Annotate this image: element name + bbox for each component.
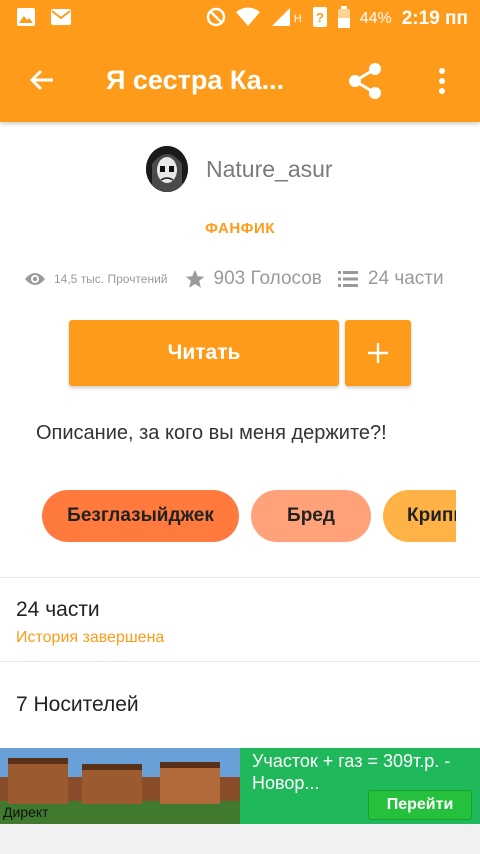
ad-house-shape xyxy=(8,758,68,804)
star-icon xyxy=(185,269,204,288)
parts-title[interactable]: 24 части xyxy=(16,598,100,622)
ad-go-button[interactable]: Перейти xyxy=(368,790,472,820)
app-bar: Я сестра Ка... xyxy=(0,38,480,122)
bottom-strip xyxy=(0,824,480,854)
plus-icon xyxy=(368,343,388,363)
story-category[interactable]: ФАНФИК xyxy=(0,220,480,237)
ad-house-shape xyxy=(160,762,220,804)
battery-percent: 44% xyxy=(359,10,392,27)
parts-count: 24 части xyxy=(367,268,444,289)
divider xyxy=(0,661,480,662)
ad-house-shape xyxy=(82,764,142,804)
signal-icon xyxy=(270,7,292,32)
tag-list: Безглазыйджек Бред Крипи xyxy=(42,490,456,542)
more-options-button[interactable] xyxy=(420,56,464,106)
clock: 2:19 пп xyxy=(401,8,468,29)
gallery-icon xyxy=(16,7,36,32)
avatar[interactable] xyxy=(146,146,188,192)
tag-chip[interactable]: Крипи xyxy=(383,490,456,542)
divider xyxy=(0,577,480,578)
author-name[interactable]: Nature_asur xyxy=(206,156,333,183)
status-bar: H ? 44% 2:19 пп xyxy=(0,0,480,38)
author-row[interactable]: Nature_asur xyxy=(146,146,333,192)
list-icon xyxy=(337,271,358,287)
share-button[interactable] xyxy=(340,56,390,106)
page-title: Я сестра Ка... xyxy=(106,64,285,95)
story-description: Описание, за кого вы меня держите?! xyxy=(36,422,387,444)
add-to-library-button[interactable] xyxy=(345,320,411,386)
tag-chip[interactable]: Бред xyxy=(251,490,371,542)
more-vert-icon xyxy=(439,68,445,94)
ad-label: Директ xyxy=(3,804,49,820)
svg-text:?: ? xyxy=(316,10,324,25)
carriers-title[interactable]: 7 Носителей xyxy=(16,693,139,717)
eye-icon xyxy=(25,273,45,285)
do-not-disturb-icon xyxy=(206,7,226,32)
unknown-sim-icon: ? xyxy=(312,6,328,33)
story-status: История завершена xyxy=(16,629,165,646)
share-icon xyxy=(349,63,381,99)
ad-text[interactable]: Участок + газ = 309т.р. - Новор... xyxy=(252,750,472,794)
reads-count: 14,5 тыс. Прочтений xyxy=(54,272,168,286)
votes-count: 903 Голосов xyxy=(213,268,322,289)
story-stats: 14,5 тыс. Прочтений 903 Голосов 24 части xyxy=(24,268,444,290)
battery-icon xyxy=(337,5,350,33)
ad-image[interactable]: Директ xyxy=(0,748,240,824)
mail-icon xyxy=(50,7,72,32)
votes-stat: 903 Голосов xyxy=(184,268,322,290)
arrow-back-icon xyxy=(29,69,53,91)
back-button[interactable] xyxy=(0,38,84,122)
parts-stat: 24 части xyxy=(337,268,444,290)
wifi-icon xyxy=(235,7,260,32)
network-type-label: H xyxy=(293,13,302,25)
ad-banner[interactable]: Директ Участок + газ = 309т.р. - Новор..… xyxy=(0,748,480,824)
tag-chip[interactable]: Безглазыйджек xyxy=(42,490,239,542)
reads-stat: 14,5 тыс. Прочтений xyxy=(24,271,168,287)
read-button[interactable]: Читать xyxy=(69,320,339,386)
